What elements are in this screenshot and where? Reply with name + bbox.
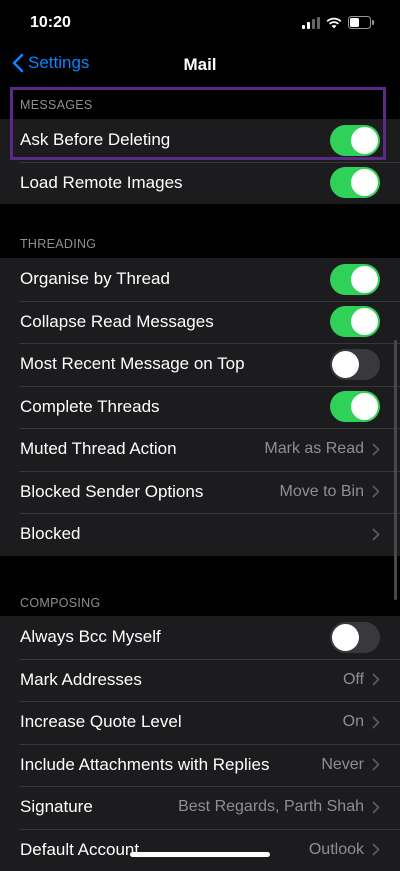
row-label: Increase Quote Level <box>20 712 343 732</box>
row-value: Off <box>343 671 364 689</box>
row-organise-by-thread: Organise by Thread <box>0 258 400 301</box>
row-most-recent-message-on-top: Most Recent Message on Top <box>0 343 400 386</box>
row-label: Blocked <box>20 524 372 544</box>
row-blocked-sender-options[interactable]: Blocked Sender Options Move to Bin <box>0 471 400 514</box>
row-label: Mark Addresses <box>20 670 343 690</box>
row-always-bcc-myself: Always Bcc Myself <box>0 616 400 659</box>
row-blocked[interactable]: Blocked <box>0 513 400 556</box>
row-label: Muted Thread Action <box>20 439 264 459</box>
always-bcc-myself-toggle[interactable] <box>330 622 380 653</box>
navigation-bar: Settings Mail <box>0 44 400 84</box>
row-value: Mark as Read <box>264 440 364 458</box>
section-header-threading: THREADING <box>20 237 96 251</box>
row-mark-addresses[interactable]: Mark Addresses Off <box>0 659 400 702</box>
row-label: Collapse Read Messages <box>20 312 330 332</box>
row-complete-threads: Complete Threads <box>0 386 400 429</box>
toggle-knob <box>332 351 359 378</box>
status-bar: 10:20 <box>0 0 400 44</box>
chevron-right-icon <box>372 716 380 729</box>
group-messages: Ask Before Deleting Load Remote Images <box>0 119 400 204</box>
row-load-remote-images: Load Remote Images <box>0 162 400 205</box>
row-label: Always Bcc Myself <box>20 627 330 647</box>
cellular-signal-icon <box>302 17 320 29</box>
status-time: 10:20 <box>30 14 71 32</box>
row-label: Signature <box>20 797 178 817</box>
row-label: Include Attachments with Replies <box>20 755 321 775</box>
row-include-attachments-with-replies[interactable]: Include Attachments with Replies Never <box>0 744 400 787</box>
row-muted-thread-action[interactable]: Muted Thread Action Mark as Read <box>0 428 400 471</box>
chevron-right-icon <box>372 758 380 771</box>
row-collapse-read-messages: Collapse Read Messages <box>0 301 400 344</box>
page-title: Mail <box>0 55 400 75</box>
row-value: Move to Bin <box>280 483 364 501</box>
ask-before-deleting-toggle[interactable] <box>330 125 380 156</box>
chevron-right-icon <box>372 485 380 498</box>
scrollbar[interactable] <box>394 340 397 600</box>
row-default-account[interactable]: Default Account Outlook <box>0 829 400 871</box>
row-label: Complete Threads <box>20 397 330 417</box>
toggle-knob <box>351 266 378 293</box>
section-header-messages: MESSAGES <box>20 98 93 112</box>
chevron-right-icon <box>372 443 380 456</box>
row-label: Load Remote Images <box>20 173 330 193</box>
row-label: Organise by Thread <box>20 269 330 289</box>
collapse-read-messages-toggle[interactable] <box>330 306 380 337</box>
battery-icon <box>348 16 374 29</box>
row-label: Blocked Sender Options <box>20 482 280 502</box>
group-threading: Organise by Thread Collapse Read Message… <box>0 258 400 556</box>
group-composing: Always Bcc Myself Mark Addresses Off Inc… <box>0 616 400 871</box>
load-remote-images-toggle[interactable] <box>330 167 380 198</box>
toggle-knob <box>351 393 378 420</box>
row-increase-quote-level[interactable]: Increase Quote Level On <box>0 701 400 744</box>
chevron-right-icon <box>372 673 380 686</box>
row-label: Most Recent Message on Top <box>20 354 330 374</box>
toggle-knob <box>351 127 378 154</box>
chevron-right-icon <box>372 801 380 814</box>
row-value: Never <box>321 756 364 774</box>
toggle-knob <box>351 169 378 196</box>
status-icons <box>302 16 374 29</box>
toggle-knob <box>351 308 378 335</box>
most-recent-message-on-top-toggle[interactable] <box>330 349 380 380</box>
wifi-icon <box>326 17 342 29</box>
complete-threads-toggle[interactable] <box>330 391 380 422</box>
chevron-right-icon <box>372 843 380 856</box>
row-value: Outlook <box>309 841 364 859</box>
row-label: Ask Before Deleting <box>20 130 330 150</box>
row-ask-before-deleting: Ask Before Deleting <box>0 119 400 162</box>
row-value: Best Regards, Parth Shah <box>178 798 364 816</box>
chevron-right-icon <box>372 528 380 541</box>
toggle-knob <box>332 624 359 651</box>
section-header-composing: COMPOSING <box>20 596 100 610</box>
row-signature[interactable]: Signature Best Regards, Parth Shah <box>0 786 400 829</box>
home-indicator[interactable] <box>130 852 270 857</box>
organise-by-thread-toggle[interactable] <box>330 264 380 295</box>
row-value: On <box>343 713 364 731</box>
